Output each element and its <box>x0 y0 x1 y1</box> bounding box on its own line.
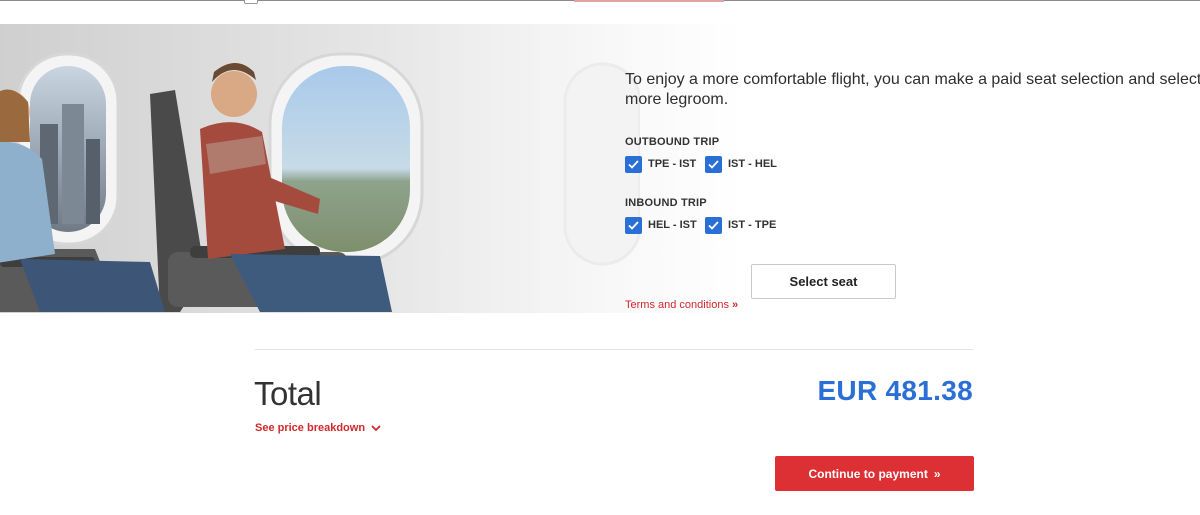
top-strip <box>0 0 1200 22</box>
terms-label: Terms and conditions <box>625 299 729 311</box>
select-seat-button[interactable]: Select seat <box>751 264 896 299</box>
intro-line-1: To enjoy a more comfortable flight, you … <box>625 71 1200 88</box>
segment-label: TPE - IST <box>648 158 697 170</box>
intro-line-2: more legroom. <box>625 91 729 108</box>
inbound-trip-title: INBOUND TRIP <box>625 197 707 209</box>
segment-tpe-ist[interactable]: TPE - IST <box>625 155 696 173</box>
price-breakdown-toggle[interactable]: See price breakdown <box>255 422 381 434</box>
outbound-trip-title: OUTBOUND TRIP <box>625 136 720 148</box>
segment-ist-tpe[interactable]: IST - TPE <box>705 216 776 234</box>
segment-hel-ist[interactable]: HEL - IST <box>625 216 697 234</box>
airplane-cabin-illustration <box>0 24 640 313</box>
checkmark-icon[interactable] <box>625 216 642 234</box>
seat-selection-intro: To enjoy a more comfortable flight, you … <box>625 70 1200 110</box>
segment-ist-hel[interactable]: IST - HEL <box>705 155 777 173</box>
terms-and-conditions-link[interactable]: Terms and conditions» <box>625 299 738 311</box>
seat-promo-banner: To enjoy a more comfortable flight, you … <box>0 24 1200 313</box>
checkmark-icon[interactable] <box>705 155 722 173</box>
breakdown-label: See price breakdown <box>255 422 366 434</box>
segment-label: IST - HEL <box>728 158 777 170</box>
continue-label: Continue to payment <box>808 466 928 481</box>
segment-label: HEL - IST <box>648 219 697 231</box>
cut-off-button-edge <box>574 0 724 2</box>
total-label: Total <box>254 375 322 412</box>
total-price: EUR 481.38 <box>817 375 973 406</box>
double-chevron-right-icon: » <box>933 466 941 481</box>
continue-to-payment-button[interactable]: Continue to payment » <box>775 456 974 491</box>
notification-checkbox[interactable] <box>244 0 258 4</box>
chevron-down-icon <box>371 424 381 431</box>
summary-divider <box>255 349 973 350</box>
checkmark-icon[interactable] <box>625 155 642 173</box>
segment-label: IST - TPE <box>728 219 777 231</box>
checkmark-icon[interactable] <box>705 216 722 234</box>
double-chevron-right-icon: » <box>731 299 739 311</box>
